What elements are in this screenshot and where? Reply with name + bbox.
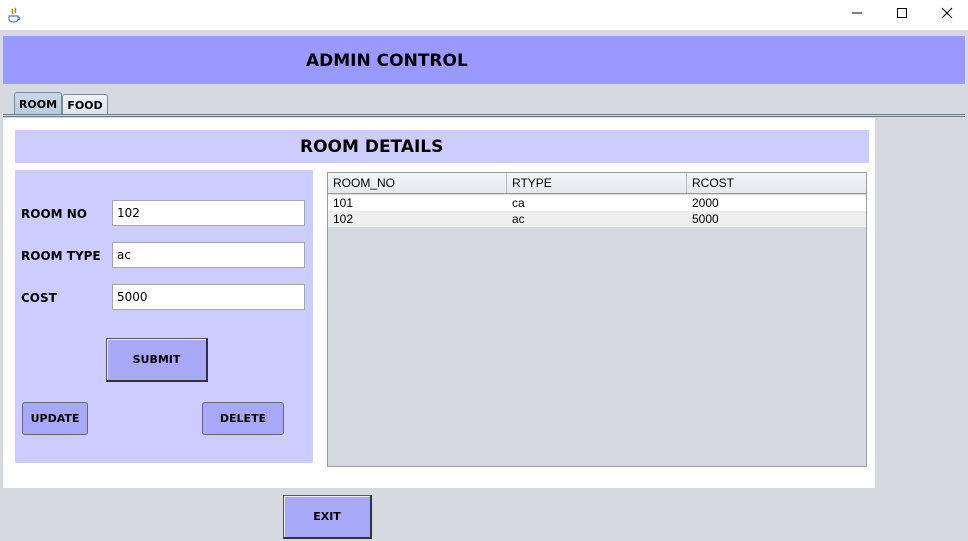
section-title: ROOM DETAILS xyxy=(300,137,444,157)
delete-button[interactable]: DELETE xyxy=(202,402,284,435)
minimize-icon xyxy=(851,6,863,24)
table-cell: 5000 xyxy=(692,212,719,226)
cost-input[interactable] xyxy=(112,284,305,310)
page-title: ADMIN CONTROL xyxy=(306,51,468,71)
java-app-icon xyxy=(6,7,22,23)
room-type-label: ROOM TYPE xyxy=(21,249,101,263)
table-row[interactable]: 101 ca 2000 xyxy=(328,195,866,211)
tab-room[interactable]: ROOM xyxy=(14,92,62,115)
tab-strip-divider xyxy=(3,114,965,117)
table-cell: 2000 xyxy=(692,196,719,210)
column-header-room-no[interactable]: ROOM_NO xyxy=(328,173,507,193)
update-button[interactable]: UPDATE xyxy=(22,402,88,435)
table-cell: ac xyxy=(512,212,525,226)
maximize-icon xyxy=(896,6,908,24)
close-button[interactable] xyxy=(924,0,968,30)
panel-filler xyxy=(875,170,953,488)
cost-label: COST xyxy=(21,291,57,305)
column-header-rtype[interactable]: RTYPE xyxy=(507,173,687,193)
maximize-button[interactable] xyxy=(879,0,925,30)
app-frame: ADMIN CONTROL ROOM FOOD ROOM DETAILS ROO… xyxy=(0,30,968,541)
window-titlebar xyxy=(0,0,968,30)
room-no-label: ROOM NO xyxy=(21,207,88,221)
tab-food[interactable]: FOOD xyxy=(62,94,108,115)
table-cell: 101 xyxy=(333,196,354,210)
table-header: ROOM_NO RTYPE RCOST xyxy=(328,173,866,194)
table-cell: ca xyxy=(512,196,525,210)
submit-button[interactable]: SUBMIT xyxy=(106,338,208,382)
room-no-input[interactable] xyxy=(112,200,305,226)
table-cell: 102 xyxy=(333,212,354,226)
room-type-input[interactable] xyxy=(112,242,305,268)
minimize-button[interactable] xyxy=(834,0,880,30)
column-header-rcost[interactable]: RCOST xyxy=(687,173,866,193)
table-row[interactable]: 102 ac 5000 xyxy=(328,211,866,227)
header-band xyxy=(3,36,965,84)
rooms-table[interactable]: ROOM_NO RTYPE RCOST 101 ca 2000 102 ac 5… xyxy=(327,172,867,467)
close-icon xyxy=(941,6,953,24)
exit-button[interactable]: EXIT xyxy=(283,495,372,539)
